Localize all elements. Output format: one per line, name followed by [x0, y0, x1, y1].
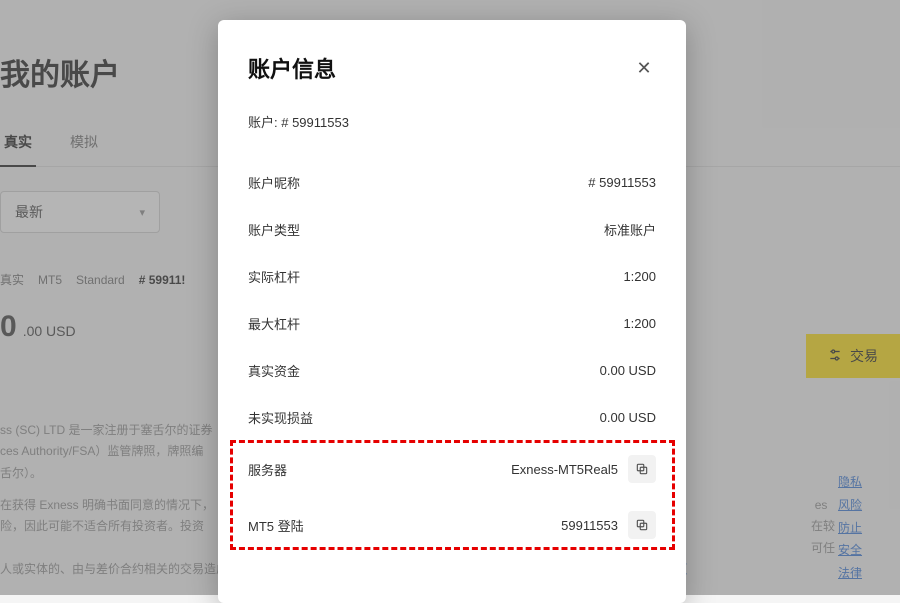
close-button[interactable]: ✕ — [632, 56, 656, 80]
copy-icon — [635, 462, 649, 476]
value-type: 标准账户 — [604, 220, 656, 239]
row-server: 服务器 Exness-MT5Real5 — [248, 441, 656, 497]
label-real-funds: 真实资金 — [248, 361, 300, 380]
value-actual-leverage: 1:200 — [623, 269, 656, 284]
value-server: Exness-MT5Real5 — [511, 462, 618, 477]
value-unrealized: 0.00 USD — [600, 410, 656, 425]
account-number: 账户: # 59911553 — [248, 112, 656, 131]
account-info-modal: 账户信息 ✕ 账户: # 59911553 账户昵称 # 59911553 账户… — [218, 20, 686, 603]
label-actual-leverage: 实际杠杆 — [248, 267, 300, 286]
label-mt5-login: MT5 登陆 — [248, 516, 304, 535]
row-max-leverage: 最大杠杆 1:200 — [248, 300, 656, 347]
row-type: 账户类型 标准账户 — [248, 206, 656, 253]
modal-title: 账户信息 — [248, 52, 336, 84]
label-nickname: 账户昵称 — [248, 173, 300, 192]
row-mt5-login: MT5 登陆 59911553 — [248, 497, 656, 553]
label-unrealized: 未实现损益 — [248, 408, 313, 427]
row-real-funds: 真实资金 0.00 USD — [248, 347, 656, 394]
value-mt5-login: 59911553 — [561, 518, 618, 533]
row-unrealized: 未实现损益 0.00 USD — [248, 394, 656, 441]
label-server: 服务器 — [248, 460, 287, 479]
value-nickname: # 59911553 — [588, 175, 656, 190]
copy-server-button[interactable] — [628, 455, 656, 483]
copy-mt5-button[interactable] — [628, 511, 656, 539]
value-real-funds: 0.00 USD — [600, 363, 656, 378]
value-max-leverage: 1:200 — [623, 316, 656, 331]
label-type: 账户类型 — [248, 220, 300, 239]
row-nickname: 账户昵称 # 59911553 — [248, 159, 656, 206]
row-actual-leverage: 实际杠杆 1:200 — [248, 253, 656, 300]
close-icon: ✕ — [636, 58, 651, 79]
label-max-leverage: 最大杠杆 — [248, 314, 300, 333]
copy-icon — [635, 518, 649, 532]
